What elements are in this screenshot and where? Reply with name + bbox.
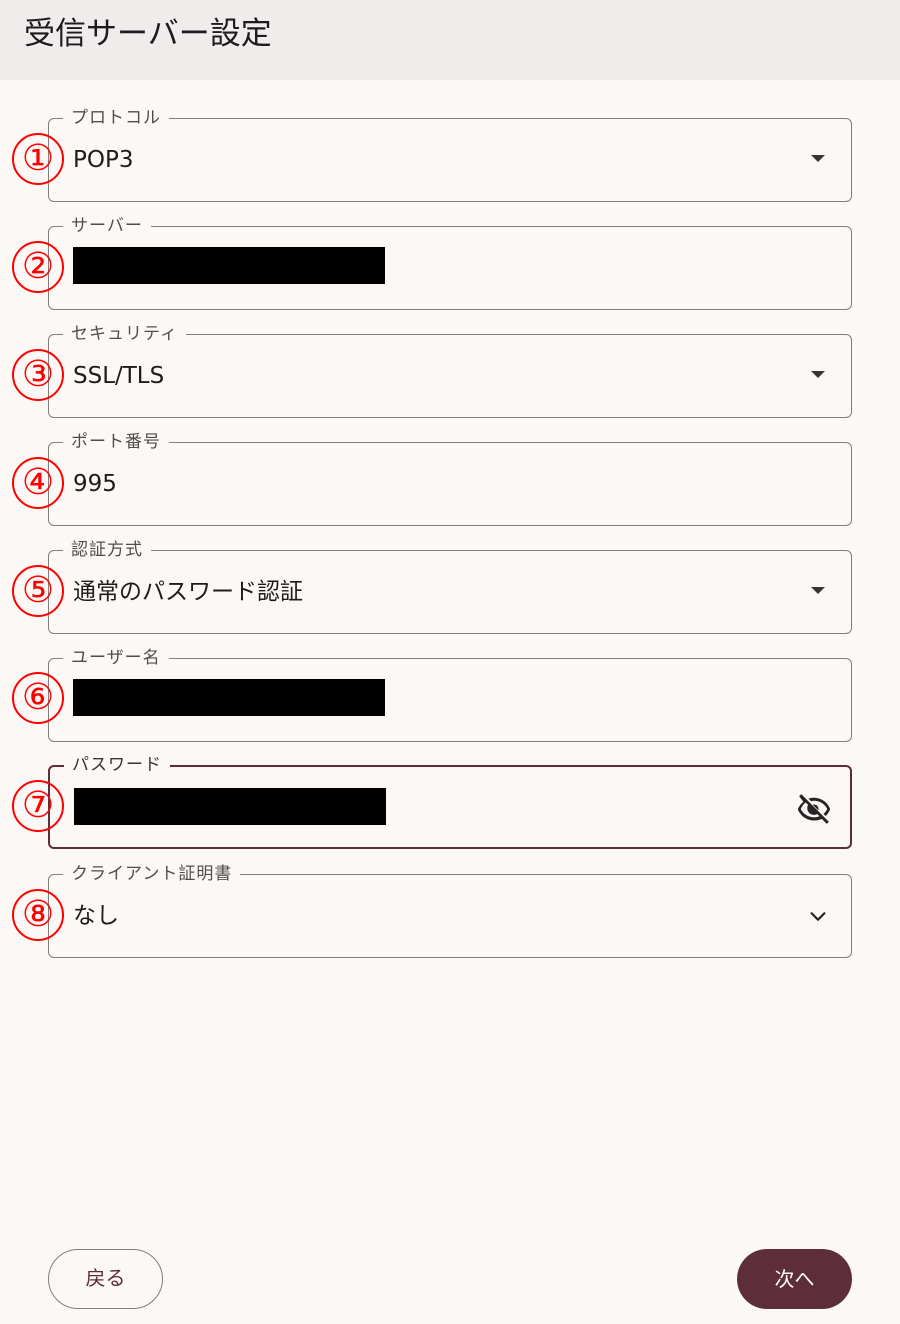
username-field[interactable]: ユーザー名 [48,647,852,742]
back-button[interactable]: 戻る [48,1249,163,1309]
annotation-marker-1: ① [12,133,64,185]
port-field[interactable]: ポート番号 995 [48,431,852,526]
annotation-marker-4: ④ [12,457,64,509]
server-redacted-value [73,247,385,284]
server-field[interactable]: サーバー [48,215,852,310]
port-label: ポート番号 [63,431,169,453]
security-label: セキュリティ [63,323,186,345]
visibility-off-icon[interactable] [796,791,832,827]
protocol-select[interactable]: プロトコル POP3 [48,107,852,202]
username-redacted-value [73,679,385,716]
security-value: SSL/TLS [73,363,165,389]
password-redacted-value [74,788,386,825]
page-title: 受信サーバー設定 [24,16,272,52]
dropdown-arrow-icon [811,371,825,378]
app-header: 受信サーバー設定 [0,0,900,80]
client-certificate-label: クライアント証明書 [63,863,241,885]
username-label: ユーザー名 [63,647,169,669]
client-certificate-select[interactable]: クライアント証明書 なし [48,863,852,958]
client-certificate-value: なし [73,903,119,929]
password-label: パスワード [64,754,170,776]
server-label: サーバー [63,215,151,237]
annotation-marker-7: ⑦ [12,780,64,832]
password-field[interactable]: パスワード [48,754,852,849]
port-value: 995 [73,471,117,497]
next-button[interactable]: 次へ [737,1249,852,1309]
chevron-down-icon [810,912,826,921]
protocol-label: プロトコル [63,107,169,129]
annotation-marker-8: ⑧ [12,889,64,941]
dropdown-arrow-icon [811,155,825,162]
auth-method-value: 通常のパスワード認証 [73,579,303,605]
dropdown-arrow-icon [811,587,825,594]
annotation-marker-3: ③ [12,349,64,401]
annotation-marker-2: ② [12,241,64,293]
auth-method-select[interactable]: 認証方式 通常のパスワード認証 [48,539,852,634]
protocol-value: POP3 [73,147,134,173]
annotation-marker-5: ⑤ [12,565,64,617]
annotation-marker-6: ⑥ [12,672,64,724]
auth-method-label: 認証方式 [63,539,151,561]
security-select[interactable]: セキュリティ SSL/TLS [48,323,852,418]
